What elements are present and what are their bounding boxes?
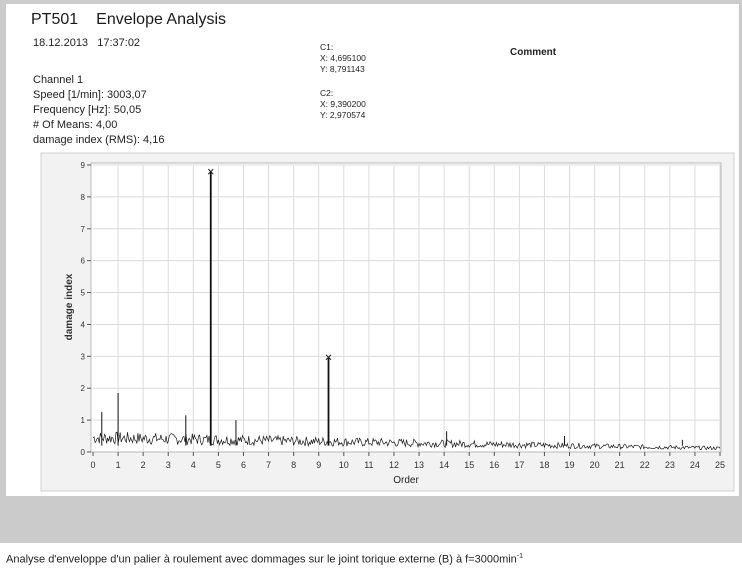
x-tick-label: 6 [241, 460, 246, 470]
x-tick-label: 10 [339, 460, 349, 470]
y-tick-label: 6 [81, 257, 86, 266]
caption-superscript: -1 [516, 553, 524, 560]
x-tick-label: 8 [291, 460, 296, 470]
x-tick-label: 11 [364, 460, 373, 470]
x-tick-label: 4 [191, 460, 196, 470]
y-tick-label: 8 [81, 193, 86, 202]
x-tick-label: 2 [141, 460, 146, 470]
x-tick-label: 19 [565, 460, 575, 470]
y-tick-label: 4 [81, 320, 86, 329]
x-tick-label: 14 [439, 460, 449, 470]
x-axis-label: Order [393, 475, 419, 486]
x-tick-label: 23 [665, 460, 675, 470]
envelope-chart: 0123456789 0 1 2 3 4 5 6 7 8 9 10 11 12 13 14 15 16 17 18 1… [40, 152, 735, 492]
x-tick-label: 15 [464, 460, 474, 470]
figure-caption: Analyse d'enveloppe d'un palier à roulem… [6, 553, 523, 566]
y-tick-label: 7 [81, 225, 86, 234]
x-tick-label: 0 [90, 460, 95, 470]
x-tick-label: 25 [715, 460, 725, 470]
x-tick-label: 5 [216, 460, 221, 470]
y-tick-label: 3 [81, 352, 86, 361]
y-tick-label: 0 [81, 448, 86, 457]
x-tick-label: 9 [316, 460, 321, 470]
x-tick-label: 3 [166, 460, 171, 470]
x-tick-label: 1 [116, 460, 121, 470]
x-tick-label: 7 [266, 460, 271, 470]
x-tick-label: 22 [640, 460, 650, 470]
x-tick-label: 20 [590, 460, 600, 470]
caption-text: Analyse d'enveloppe d'un palier à roulem… [6, 553, 517, 566]
y-tick-label: 2 [81, 384, 86, 393]
y-tick-label: 5 [81, 289, 86, 298]
x-tick-label: 12 [389, 460, 399, 470]
x-tick-label: 16 [489, 460, 499, 470]
x-tick-label: 17 [514, 460, 524, 470]
x-tick-label: 24 [690, 460, 700, 470]
plot-area [90, 162, 722, 453]
y-tick-label: 9 [81, 161, 86, 170]
x-tick-label: 18 [539, 460, 549, 470]
y-axis-label: damage index [64, 273, 75, 340]
x-tick-label: 21 [615, 460, 625, 470]
y-tick-label: 1 [81, 416, 86, 425]
x-tick-label: 13 [414, 460, 424, 470]
